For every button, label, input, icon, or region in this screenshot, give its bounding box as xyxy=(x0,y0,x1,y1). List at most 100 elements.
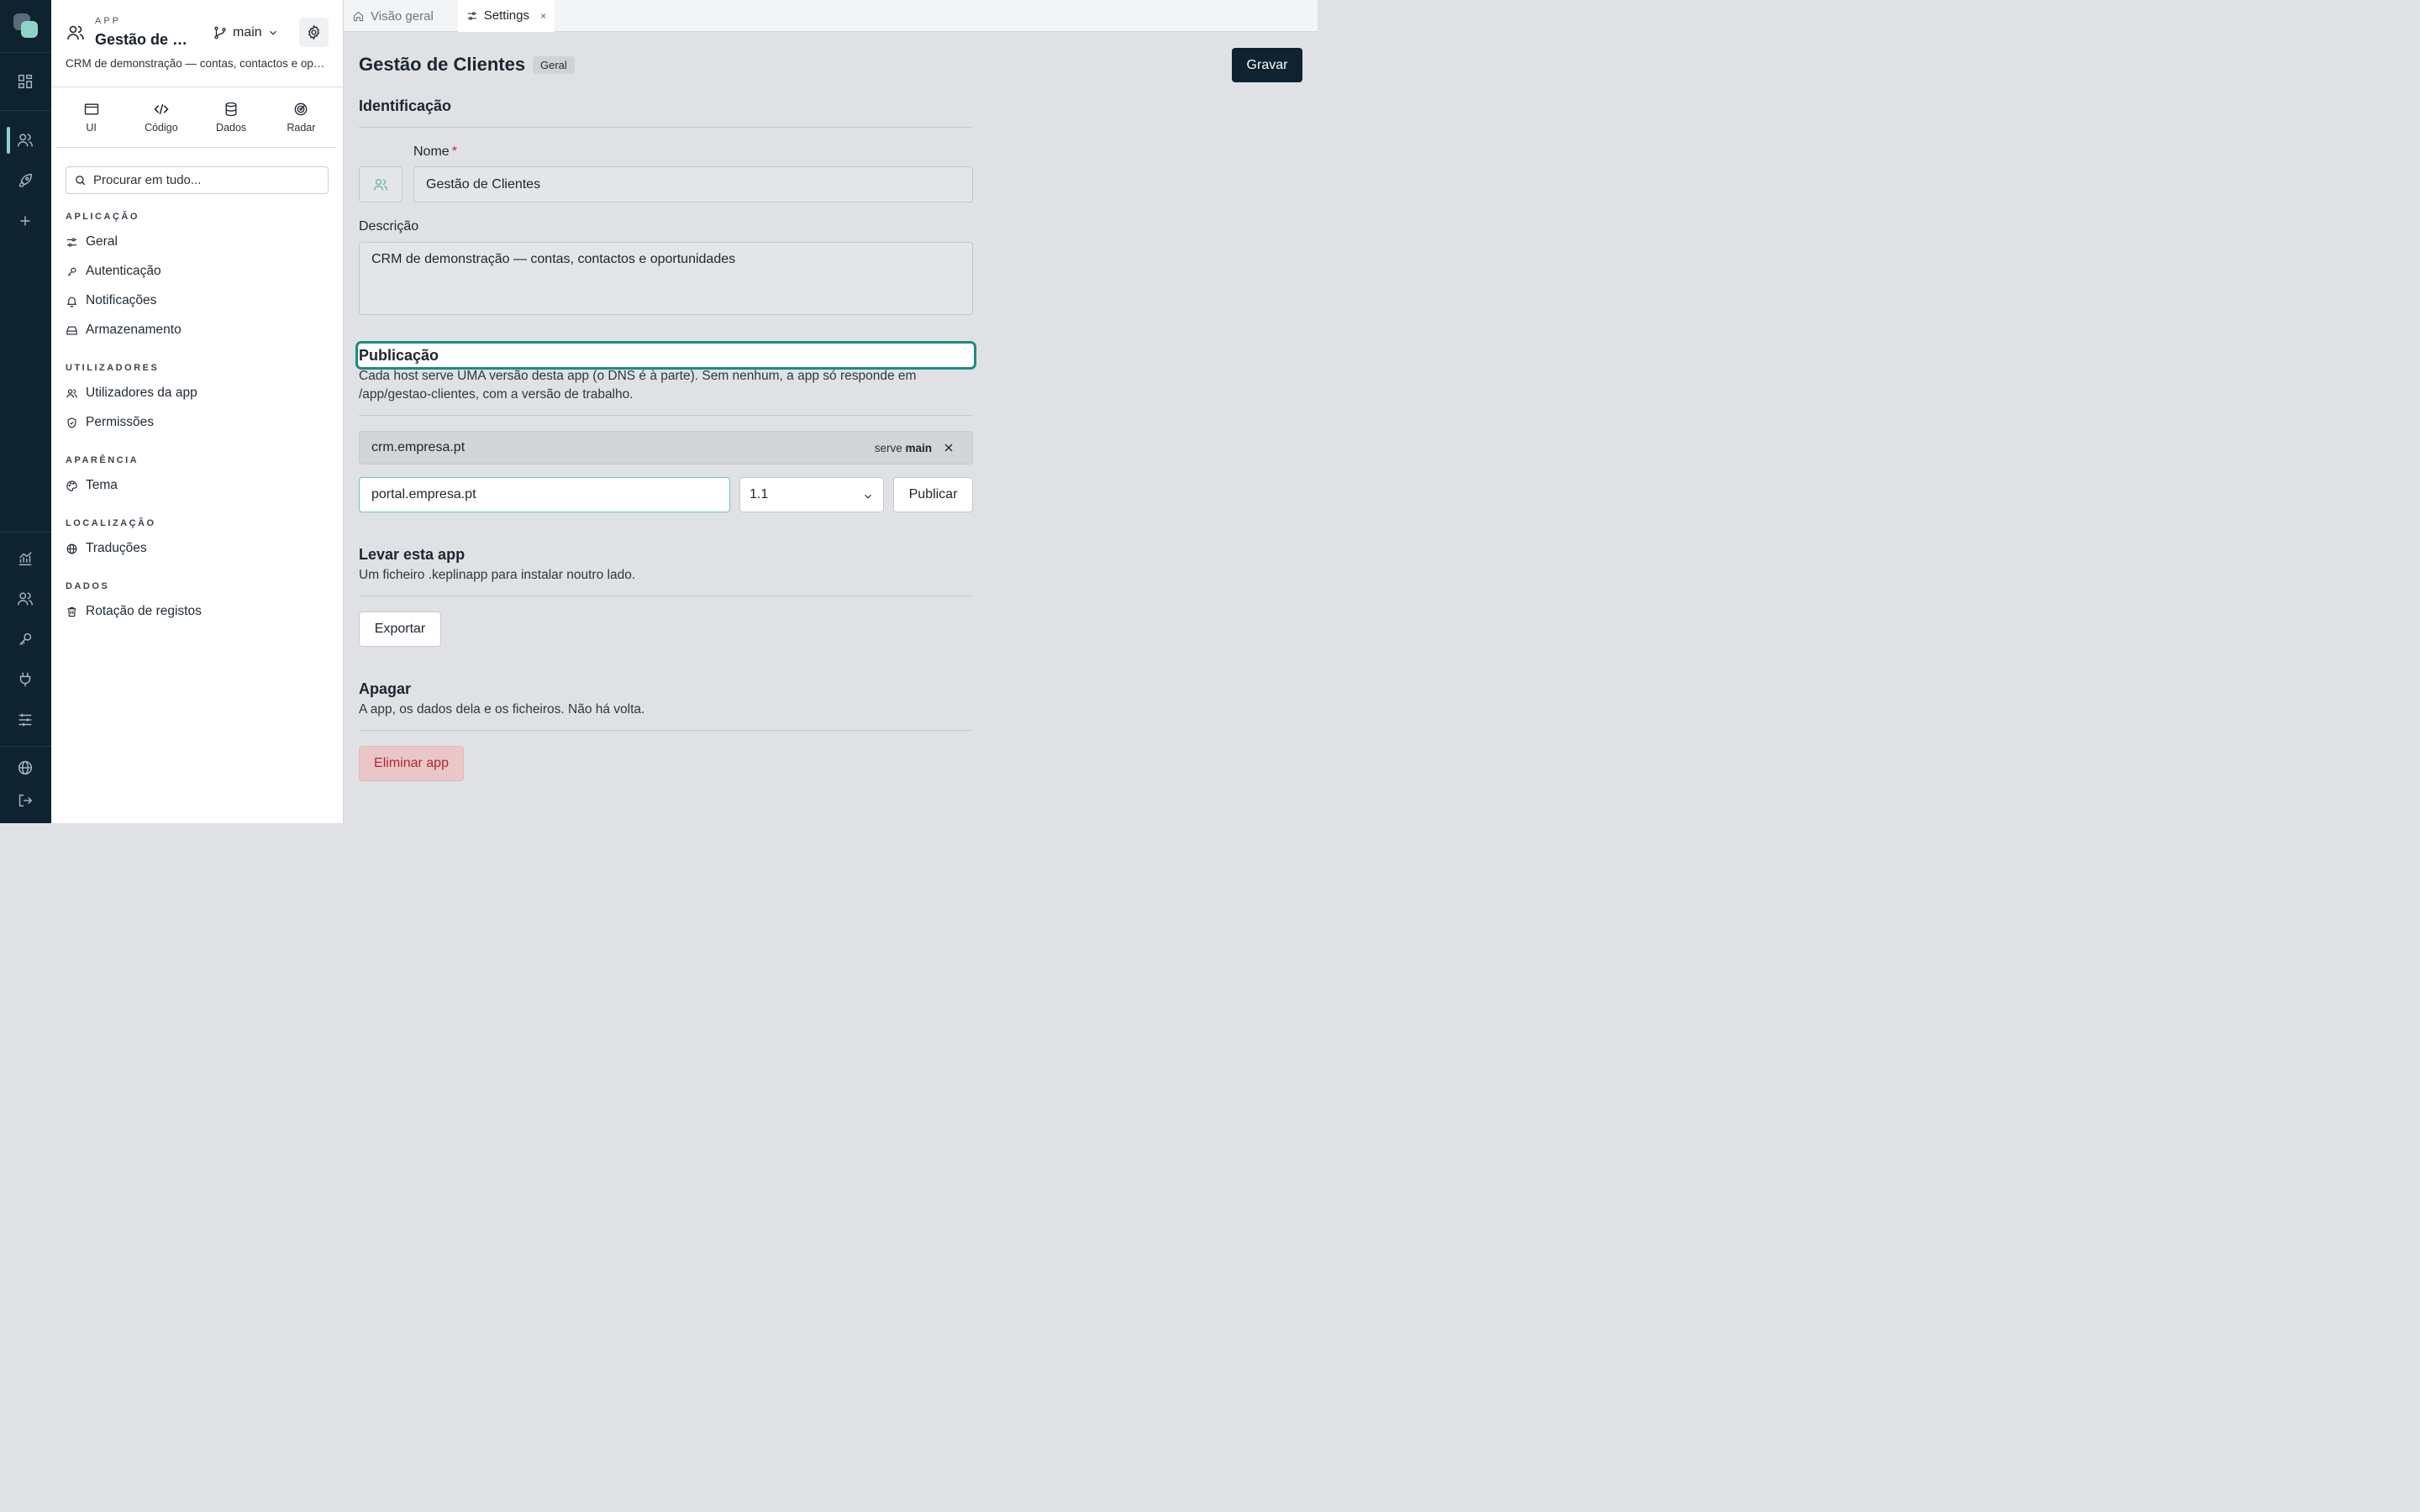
database-icon xyxy=(225,102,237,117)
rail-divider xyxy=(0,110,51,111)
description-field[interactable]: CRM de demonstração — contas, contactos … xyxy=(359,242,973,315)
required-mark: * xyxy=(451,144,457,159)
app-icon-picker[interactable] xyxy=(359,166,402,202)
section-divider xyxy=(359,730,973,731)
sliders-icon[interactable] xyxy=(16,711,34,729)
section-title-publicacao: Publicação xyxy=(359,347,439,364)
nav-group-label: LOCALIZAÇÃO xyxy=(66,518,156,528)
app-header: APP Gestão de Clientes main CRM de demon… xyxy=(51,0,343,87)
mode-ui[interactable]: UI xyxy=(56,87,126,147)
section-divider xyxy=(359,127,973,128)
remove-host-button[interactable] xyxy=(942,441,955,454)
tab-label: Visão geral xyxy=(371,8,434,24)
users-icon xyxy=(66,388,77,398)
published-host-row: crm.empresa.pt serve main xyxy=(359,431,973,465)
logo-icon[interactable] xyxy=(13,13,39,39)
rail-divider xyxy=(0,52,51,53)
users-icon xyxy=(66,23,86,43)
new-host-input[interactable]: portal.empresa.pt xyxy=(359,477,730,512)
globe-icon xyxy=(66,543,77,554)
description-label: Descrição xyxy=(359,219,419,234)
mode-radar[interactable]: Radar xyxy=(266,87,336,147)
export-button[interactable]: Exportar xyxy=(359,612,441,647)
save-button[interactable]: Gravar xyxy=(1232,48,1302,82)
rocket-icon[interactable] xyxy=(16,171,34,190)
section-badge: Geral xyxy=(533,56,575,74)
close-icon xyxy=(944,444,953,452)
name-label-text: Nome xyxy=(413,144,450,159)
plug-icon[interactable] xyxy=(16,670,34,689)
key-icon xyxy=(67,267,76,276)
nav-item-tema[interactable]: Tema xyxy=(66,475,118,496)
search-icon xyxy=(76,176,86,186)
publish-button[interactable]: Publicar xyxy=(893,477,973,512)
section-title-identificacao: Identificação xyxy=(359,97,452,114)
key-icon[interactable] xyxy=(16,630,34,648)
name-label: Nome * xyxy=(413,144,457,160)
export-description: Um ficheiro .keplinapp para instalar nou… xyxy=(359,568,636,582)
nav-item-label: Permissões xyxy=(86,415,154,429)
settings-sidebar: APP Gestão de Clientes main CRM de demon… xyxy=(51,0,344,823)
settings-toggle-icon xyxy=(66,237,77,247)
trash-icon xyxy=(67,606,76,617)
app-name: Gestão de Clientes xyxy=(95,31,196,48)
window-icon xyxy=(84,103,98,115)
host-version: serve main xyxy=(875,442,932,454)
section-title-export: Levar esta app xyxy=(359,546,466,563)
plus-icon[interactable] xyxy=(16,212,34,230)
nav-item-geral[interactable]: Geral xyxy=(66,232,118,252)
rail-active-indicator xyxy=(7,127,10,154)
chevron-down-icon xyxy=(269,30,276,35)
chevron-down-icon xyxy=(865,494,871,499)
nav-item-label: Geral xyxy=(86,234,118,249)
nav-item-rotacao-registos[interactable]: Rotação de registos xyxy=(66,601,202,622)
delete-app-button[interactable]: Eliminar app xyxy=(359,746,464,781)
app-settings-button[interactable] xyxy=(299,18,329,47)
tab-settings[interactable]: Settings × xyxy=(458,0,555,32)
nav-item-label: Traduções xyxy=(86,541,147,555)
shield-icon xyxy=(67,417,76,428)
team-icon[interactable] xyxy=(16,590,34,608)
close-tab-icon[interactable]: × xyxy=(540,10,546,22)
tab-label: Settings xyxy=(483,8,529,23)
branch-selector[interactable]: main xyxy=(213,24,279,42)
search-input[interactable] xyxy=(93,173,320,187)
version-select[interactable]: 1.1 xyxy=(739,477,884,512)
chart-icon[interactable] xyxy=(16,549,34,568)
nav-item-label: Rotação de registos xyxy=(86,604,202,618)
name-field[interactable]: Gestão de Clientes xyxy=(413,166,973,202)
rail-divider xyxy=(0,532,51,533)
tab-visao-geral[interactable]: Visão geral xyxy=(344,0,442,32)
storage-icon xyxy=(66,326,77,334)
globe-icon[interactable] xyxy=(16,759,34,777)
icon-rail xyxy=(0,0,51,823)
mode-data[interactable]: Dados xyxy=(197,87,266,147)
settings-toggle-icon xyxy=(467,11,477,20)
nav-item-label: Armazenamento xyxy=(86,323,182,337)
page-title: Gestão de Clientes xyxy=(359,54,526,75)
version-value: 1.1 xyxy=(750,487,769,501)
dashboard-icon[interactable] xyxy=(16,72,34,91)
delete-description: A app, os dados dela e os ficheiros. Não… xyxy=(359,702,645,717)
users-icon xyxy=(373,178,388,191)
search-box[interactable] xyxy=(66,166,329,194)
app-kicker: APP xyxy=(95,16,122,26)
palette-icon xyxy=(66,480,77,491)
section-divider xyxy=(359,415,973,416)
nav-item-utilizadores[interactable]: Utilizadores da app xyxy=(66,383,197,403)
nav-group-label: APARÊNCIA xyxy=(66,455,139,465)
settings-content: Gestão de Clientes Geral Gravar Identifi… xyxy=(344,33,1318,823)
host-name: crm.empresa.pt xyxy=(371,440,466,454)
tab-bar: Visão geral Settings × xyxy=(344,0,1318,32)
nav-item-permissoes[interactable]: Permissões xyxy=(66,412,154,433)
nav-item-notificacoes[interactable]: Notificações xyxy=(66,291,156,311)
nav-item-armazenamento[interactable]: Armazenamento xyxy=(66,320,182,340)
nav-item-autenticacao[interactable]: Autenticação xyxy=(66,261,161,281)
nav-item-traducoes[interactable]: Traduções xyxy=(66,538,147,559)
mode-code[interactable]: Código xyxy=(126,87,196,147)
users-icon[interactable] xyxy=(16,131,34,150)
host-serve-version: main xyxy=(905,442,932,454)
code-icon xyxy=(154,103,169,115)
logout-icon[interactable] xyxy=(16,791,34,810)
nav-item-label: Notificações xyxy=(86,293,157,307)
